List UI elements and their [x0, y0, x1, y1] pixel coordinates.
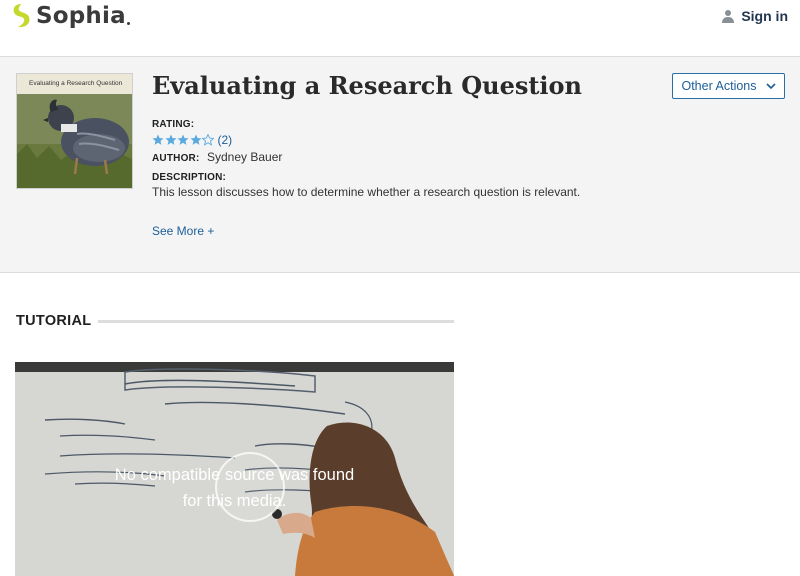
thumbnail-caption: Evaluating a Research Question	[29, 80, 123, 87]
chevron-down-icon	[765, 82, 776, 89]
rating-stars[interactable]: (2)	[152, 133, 232, 147]
video-player[interactable]: No compatible source was found for this …	[15, 362, 454, 576]
sophia-logo[interactable]: Sophia	[10, 3, 130, 29]
rating-count[interactable]: (2)	[218, 133, 233, 147]
other-actions-label: Other Actions	[681, 79, 757, 93]
sign-in-label: Sign in	[741, 8, 788, 24]
top-navigation-bar: Sophia Sign in	[0, 0, 800, 57]
lesson-thumbnail[interactable]: Evaluating a Research Question	[16, 73, 133, 189]
quail-photo	[17, 74, 132, 188]
star-filled-icon	[190, 134, 201, 145]
rating-label: RATING:	[152, 119, 195, 130]
star-filled-icon	[177, 134, 189, 145]
sophia-leaf-icon	[13, 4, 30, 28]
description-text: This lesson discusses how to determine w…	[152, 185, 581, 199]
description-label: DESCRIPTION:	[152, 172, 227, 183]
video-error-message: No compatible source was found for this …	[15, 462, 454, 514]
brand-name: Sophia	[36, 3, 126, 29]
tutorial-divider	[98, 320, 454, 323]
sign-in-button[interactable]: Sign in	[721, 8, 788, 24]
star-filled-icon	[152, 134, 164, 145]
brand-dot	[126, 21, 130, 25]
author-label: AUTHOR:	[152, 153, 200, 164]
video-error-line-1: No compatible source was found	[114, 466, 355, 484]
lesson-title: Evaluating a Research Question	[152, 71, 583, 100]
tutorial-heading: TUTORIAL	[16, 313, 92, 329]
author-name: Sydney Bauer	[207, 150, 283, 164]
star-empty-icon	[202, 134, 214, 146]
star-filled-icon	[165, 134, 176, 145]
user-icon	[722, 10, 735, 23]
lesson-info-panel: Evaluating a Research Question Evaluatin…	[0, 57, 800, 273]
see-more-link[interactable]: See More +	[152, 224, 214, 238]
other-actions-dropdown[interactable]: Other Actions	[672, 73, 785, 99]
video-error-line-2: for this media.	[182, 492, 287, 510]
